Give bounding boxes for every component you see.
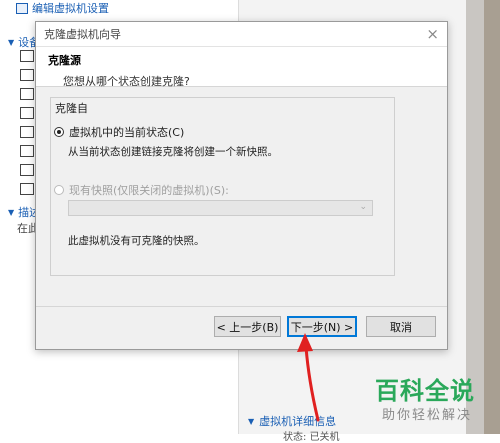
- device-icon[interactable]: [20, 126, 34, 138]
- device-icon[interactable]: [20, 183, 34, 195]
- button-area-divider: [36, 306, 447, 307]
- expand-triangle-icon: ▼: [248, 416, 255, 426]
- device-list: [20, 50, 34, 202]
- watermark-title: 百科全说: [375, 377, 475, 405]
- expand-triangle-icon: ▼: [8, 207, 15, 217]
- watermark-subtitle: 助你轻松解决: [382, 408, 473, 423]
- back-button[interactable]: < 上一步(B): [214, 316, 281, 337]
- device-icon[interactable]: [20, 164, 34, 176]
- chevron-down-icon: ⌄: [359, 202, 367, 212]
- clone-vm-wizard-dialog: 克隆虚拟机向导 × 克隆源 您想从哪个状态创建克隆? 克隆自 虚拟机中的当前状态…: [35, 21, 448, 350]
- device-icon[interactable]: [20, 88, 34, 100]
- device-icon[interactable]: [20, 107, 34, 119]
- cancel-button[interactable]: 取消: [366, 316, 436, 337]
- current-state-label: 虚拟机中的当前状态(C): [69, 126, 185, 139]
- wizard-header: 克隆源 您想从哪个状态创建克隆?: [36, 47, 447, 88]
- close-icon[interactable]: ×: [426, 26, 439, 42]
- edit-vm-settings-link[interactable]: 编辑虚拟机设置: [16, 0, 109, 16]
- vm-status-row: 状态: 已关机: [283, 428, 340, 443]
- snapshot-dropdown[interactable]: ⌄: [68, 200, 373, 216]
- wizard-step-title: 克隆源: [48, 54, 81, 67]
- existing-snapshot-option[interactable]: 现有快照(仅限关闭的虚拟机)(S):: [54, 182, 229, 198]
- clone-from-group: 克隆自 虚拟机中的当前状态(C) 从当前状态创建链接克隆将创建一个新快照。 现有…: [50, 97, 395, 276]
- existing-snapshot-radio[interactable]: [54, 185, 64, 195]
- next-button[interactable]: 下一步(N) >: [287, 316, 357, 337]
- device-icon[interactable]: [20, 145, 34, 157]
- current-state-radio[interactable]: [54, 127, 64, 137]
- current-state-option[interactable]: 虚拟机中的当前状态(C): [54, 124, 184, 140]
- no-snapshot-note: 此虚拟机没有可克隆的快照。: [68, 235, 205, 247]
- dialog-titlebar[interactable]: 克隆虚拟机向导 ×: [36, 22, 447, 47]
- existing-snapshot-label: 现有快照(仅限关闭的虚拟机)(S):: [69, 184, 229, 197]
- current-state-description: 从当前状态创建链接克隆将创建一个新快照。: [68, 146, 278, 158]
- expand-triangle-icon: ▼: [8, 37, 15, 47]
- vm-preview-edge: [484, 0, 500, 434]
- wizard-step-subtitle: 您想从哪个状态创建克隆?: [63, 75, 190, 88]
- device-icon[interactable]: [20, 69, 34, 81]
- vm-details-section-header[interactable]: ▼ 虚拟机详细信息: [248, 413, 336, 429]
- device-icon[interactable]: [20, 50, 34, 62]
- edit-vm-settings-label: 编辑虚拟机设置: [32, 2, 109, 15]
- dialog-window-title: 克隆虚拟机向导: [44, 28, 121, 41]
- vm-details-label: 虚拟机详细信息: [259, 415, 337, 428]
- clone-from-group-label: 克隆自: [55, 102, 88, 115]
- pencil-icon: [16, 2, 28, 14]
